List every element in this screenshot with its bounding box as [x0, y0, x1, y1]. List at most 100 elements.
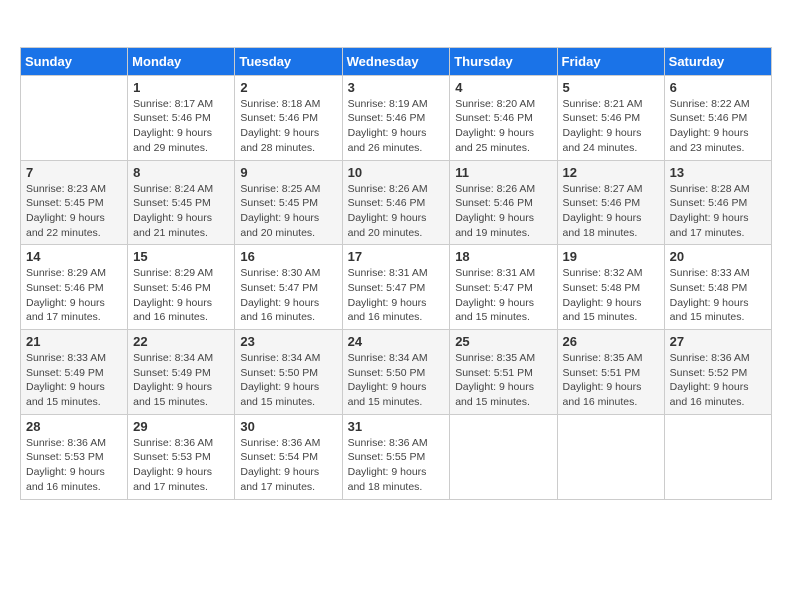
day-number: 10: [348, 165, 445, 180]
weekday-header-friday: Friday: [557, 47, 664, 75]
calendar-cell: 25Sunrise: 8:35 AM Sunset: 5:51 PM Dayli…: [450, 330, 557, 415]
calendar-cell: 19 Sunrise: 8:32 AM Sunset: 5:48 PM Dayli…: [557, 245, 664, 330]
weekday-header-tuesday: Tuesday: [235, 47, 342, 75]
day-number: 12: [563, 165, 659, 180]
calendar-cell: 22Sunrise: 8:34 AM Sunset: 5:49 PM Dayli…: [128, 330, 235, 415]
calendar-cell: [450, 414, 557, 499]
day-number: 1: [133, 80, 229, 95]
day-number: 28: [26, 419, 122, 434]
calendar-cell: 11 Sunrise: 8:26 AM Sunset: 5:46 PM Dayli…: [450, 160, 557, 245]
day-number: 26: [563, 334, 659, 349]
day-info: Sunrise: 8:36 AM Sunset: 5:52 PM Dayligh…: [670, 351, 766, 410]
day-info: Sunrise: 8:18 AM Sunset: 5:46 PM Dayligh…: [240, 97, 336, 156]
calendar-cell: 21 Sunrise: 8:33 AM Sunset: 5:49 PM Dayli…: [21, 330, 128, 415]
day-number: 2: [240, 80, 336, 95]
day-info: Sunrise: 8:20 AM Sunset: 5:46 PM Dayligh…: [455, 97, 551, 156]
day-number: 11: [455, 165, 551, 180]
week-row-3: 14Sunrise: 8:29 AM Sunset: 5:46 PM Dayli…: [21, 245, 772, 330]
calendar-cell: 12 Sunrise: 8:27 AM Sunset: 5:46 PM Dayli…: [557, 160, 664, 245]
day-number: 18: [455, 249, 551, 264]
calendar-cell: 28 Sunrise: 8:36 AM Sunset: 5:53 PM Dayli…: [21, 414, 128, 499]
calendar-cell: 5 Sunrise: 8:21 AM Sunset: 5:46 PM Daylig…: [557, 75, 664, 160]
weekday-header-row: SundayMondayTuesdayWednesdayThursdayFrid…: [21, 47, 772, 75]
calendar-cell: 27Sunrise: 8:36 AM Sunset: 5:52 PM Dayli…: [664, 330, 771, 415]
calendar-cell: 15 Sunrise: 8:29 AM Sunset: 5:46 PM Dayli…: [128, 245, 235, 330]
day-info: Sunrise: 8:27 AM Sunset: 5:46 PM Dayligh…: [563, 182, 659, 241]
day-info: Sunrise: 8:36 AM Sunset: 5:55 PM Dayligh…: [348, 436, 445, 495]
calendar-container: General Blue SundayMondayTuesdayWednesda…: [0, 0, 792, 520]
calendar-cell: 2 Sunrise: 8:18 AM Sunset: 5:46 PM Daylig…: [235, 75, 342, 160]
calendar-cell: [21, 75, 128, 160]
day-number: 21: [26, 334, 122, 349]
day-info: Sunrise: 8:21 AM Sunset: 5:46 PM Dayligh…: [563, 97, 659, 156]
calendar-table: SundayMondayTuesdayWednesdayThursdayFrid…: [20, 47, 772, 500]
calendar-cell: 14Sunrise: 8:29 AM Sunset: 5:46 PM Dayli…: [21, 245, 128, 330]
calendar-cell: 23Sunrise: 8:34 AM Sunset: 5:50 PM Dayli…: [235, 330, 342, 415]
day-info: Sunrise: 8:22 AM Sunset: 5:46 PM Dayligh…: [670, 97, 766, 156]
day-info: Sunrise: 8:33 AM Sunset: 5:48 PM Dayligh…: [670, 266, 766, 325]
day-info: Sunrise: 8:25 AM Sunset: 5:45 PM Dayligh…: [240, 182, 336, 241]
day-number: 16: [240, 249, 336, 264]
calendar-cell: 6 Sunrise: 8:22 AM Sunset: 5:46 PM Daylig…: [664, 75, 771, 160]
day-number: 17: [348, 249, 445, 264]
day-number: 30: [240, 419, 336, 434]
weekday-header-saturday: Saturday: [664, 47, 771, 75]
day-info: Sunrise: 8:36 AM Sunset: 5:54 PM Dayligh…: [240, 436, 336, 495]
calendar-cell: 24 Sunrise: 8:34 AM Sunset: 5:50 PM Dayli…: [342, 330, 450, 415]
day-info: Sunrise: 8:24 AM Sunset: 5:45 PM Dayligh…: [133, 182, 229, 241]
calendar-cell: 9Sunrise: 8:25 AM Sunset: 5:45 PM Daylig…: [235, 160, 342, 245]
day-info: Sunrise: 8:30 AM Sunset: 5:47 PM Dayligh…: [240, 266, 336, 325]
calendar-cell: 26 Sunrise: 8:35 AM Sunset: 5:51 PM Dayli…: [557, 330, 664, 415]
calendar-cell: [664, 414, 771, 499]
day-info: Sunrise: 8:32 AM Sunset: 5:48 PM Dayligh…: [563, 266, 659, 325]
day-number: 8: [133, 165, 229, 180]
day-number: 6: [670, 80, 766, 95]
day-number: 23: [240, 334, 336, 349]
weekday-header-thursday: Thursday: [450, 47, 557, 75]
day-number: 7: [26, 165, 122, 180]
day-info: Sunrise: 8:36 AM Sunset: 5:53 PM Dayligh…: [133, 436, 229, 495]
header: General Blue: [20, 16, 772, 37]
calendar-cell: 29Sunrise: 8:36 AM Sunset: 5:53 PM Dayli…: [128, 414, 235, 499]
day-number: 19: [563, 249, 659, 264]
day-info: Sunrise: 8:34 AM Sunset: 5:50 PM Dayligh…: [348, 351, 445, 410]
day-info: Sunrise: 8:35 AM Sunset: 5:51 PM Dayligh…: [563, 351, 659, 410]
calendar-cell: 1Sunrise: 8:17 AM Sunset: 5:46 PM Daylig…: [128, 75, 235, 160]
day-info: Sunrise: 8:33 AM Sunset: 5:49 PM Dayligh…: [26, 351, 122, 410]
day-info: Sunrise: 8:23 AM Sunset: 5:45 PM Dayligh…: [26, 182, 122, 241]
day-info: Sunrise: 8:31 AM Sunset: 5:47 PM Dayligh…: [348, 266, 445, 325]
week-row-5: 28 Sunrise: 8:36 AM Sunset: 5:53 PM Dayli…: [21, 414, 772, 499]
week-row-1: 1Sunrise: 8:17 AM Sunset: 5:46 PM Daylig…: [21, 75, 772, 160]
day-info: Sunrise: 8:29 AM Sunset: 5:46 PM Dayligh…: [133, 266, 229, 325]
calendar-cell: 31 Sunrise: 8:36 AM Sunset: 5:55 PM Dayli…: [342, 414, 450, 499]
day-number: 24: [348, 334, 445, 349]
calendar-cell: 7 Sunrise: 8:23 AM Sunset: 5:45 PM Daylig…: [21, 160, 128, 245]
day-number: 4: [455, 80, 551, 95]
calendar-cell: 10 Sunrise: 8:26 AM Sunset: 5:46 PM Dayli…: [342, 160, 450, 245]
day-info: Sunrise: 8:36 AM Sunset: 5:53 PM Dayligh…: [26, 436, 122, 495]
day-number: 20: [670, 249, 766, 264]
weekday-header-sunday: Sunday: [21, 47, 128, 75]
day-info: Sunrise: 8:29 AM Sunset: 5:46 PM Dayligh…: [26, 266, 122, 325]
calendar-cell: 30 Sunrise: 8:36 AM Sunset: 5:54 PM Dayli…: [235, 414, 342, 499]
calendar-cell: 8 Sunrise: 8:24 AM Sunset: 5:45 PM Daylig…: [128, 160, 235, 245]
day-number: 5: [563, 80, 659, 95]
day-info: Sunrise: 8:19 AM Sunset: 5:46 PM Dayligh…: [348, 97, 445, 156]
calendar-cell: 3 Sunrise: 8:19 AM Sunset: 5:46 PM Daylig…: [342, 75, 450, 160]
weekday-header-wednesday: Wednesday: [342, 47, 450, 75]
calendar-cell: [557, 414, 664, 499]
calendar-cell: 4 Sunrise: 8:20 AM Sunset: 5:46 PM Daylig…: [450, 75, 557, 160]
day-number: 15: [133, 249, 229, 264]
day-info: Sunrise: 8:26 AM Sunset: 5:46 PM Dayligh…: [455, 182, 551, 241]
day-number: 25: [455, 334, 551, 349]
week-row-2: 7 Sunrise: 8:23 AM Sunset: 5:45 PM Daylig…: [21, 160, 772, 245]
calendar-cell: 17 Sunrise: 8:31 AM Sunset: 5:47 PM Dayli…: [342, 245, 450, 330]
day-info: Sunrise: 8:26 AM Sunset: 5:46 PM Dayligh…: [348, 182, 445, 241]
day-number: 31: [348, 419, 445, 434]
week-row-4: 21 Sunrise: 8:33 AM Sunset: 5:49 PM Dayli…: [21, 330, 772, 415]
day-number: 3: [348, 80, 445, 95]
day-info: Sunrise: 8:28 AM Sunset: 5:46 PM Dayligh…: [670, 182, 766, 241]
calendar-cell: 20 Sunrise: 8:33 AM Sunset: 5:48 PM Dayli…: [664, 245, 771, 330]
day-number: 13: [670, 165, 766, 180]
day-info: Sunrise: 8:34 AM Sunset: 5:49 PM Dayligh…: [133, 351, 229, 410]
